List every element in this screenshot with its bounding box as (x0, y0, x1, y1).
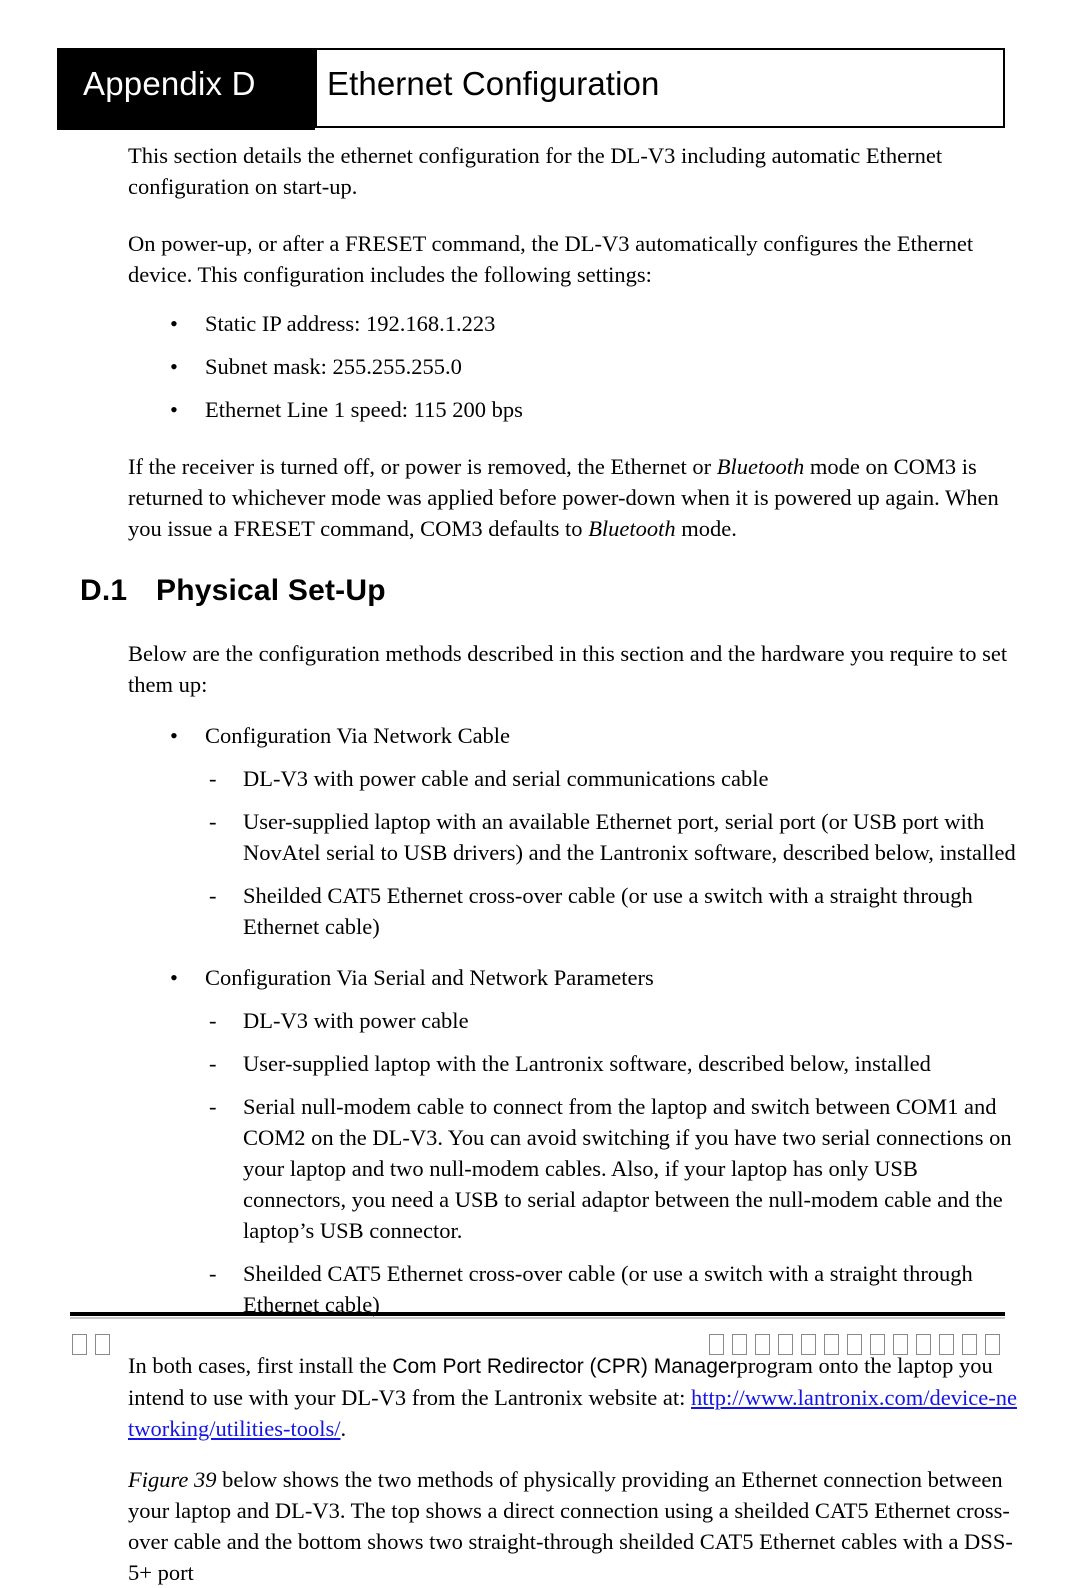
missing-glyph-box (778, 1334, 793, 1355)
bluetooth-mode-paragraph: If the receiver is turned off, or power … (0, 451, 1080, 544)
list-item: • Static IP address: 192.168.1.223 (0, 308, 1080, 339)
missing-glyph-box (893, 1334, 908, 1355)
missing-glyph-box (709, 1334, 724, 1355)
bullet-icon: • (170, 311, 178, 336)
bluetooth-italic-1: Bluetooth (716, 454, 805, 479)
footer-divider (70, 1312, 1005, 1316)
missing-glyph-box (916, 1334, 931, 1355)
bullet-icon: • (170, 354, 178, 379)
list-item-label: Ethernet Line 1 speed: 115 200 bps (205, 397, 523, 422)
list-item-label: User-supplied laptop with an available E… (243, 809, 1016, 865)
section-intro-paragraph: Below are the configuration methods desc… (128, 641, 1008, 697)
list-item: • Subnet mask: 255.255.255.0 (0, 351, 1080, 382)
appendix-header-banner: Appendix D Ethernet Configuration (57, 48, 1005, 130)
section-heading-d1: D.1 Physical Set-Up (0, 574, 1080, 608)
list-item: • Ethernet Line 1 speed: 115 200 bps (0, 394, 1080, 425)
section-title: Physical Set-Up (156, 574, 386, 607)
list-item-label: Configuration Via Serial and Network Par… (205, 965, 654, 990)
list-item-label: Subnet mask: 255.255.255.0 (205, 354, 462, 379)
methods-group-network-cable: • Configuration Via Network Cable - DL-V… (0, 720, 1080, 942)
figure-label: Figure 39 (128, 1467, 217, 1492)
bluetooth-italic-2: Bluetooth (588, 516, 676, 541)
list-item-label: Sheilded CAT5 Ethernet cross-over cable … (243, 1261, 973, 1317)
bullet-icon: • (170, 397, 178, 422)
methods-group-serial-network: • Configuration Via Serial and Network P… (0, 962, 1080, 1320)
install-para-seg3: . (340, 1416, 347, 1441)
dash-icon: - (209, 883, 217, 908)
footer-right-glyphs (709, 1332, 1008, 1358)
page-footer (0, 1312, 1080, 1388)
missing-glyph-box (985, 1334, 1000, 1355)
list-item-label: DL-V3 with power cable (243, 1008, 469, 1033)
missing-glyph-box (801, 1334, 816, 1355)
bluetooth-para-seg3: mode. (675, 516, 737, 541)
missing-glyph-box (962, 1334, 977, 1355)
missing-glyph-box (824, 1334, 839, 1355)
list-item-label: User-supplied laptop with the Lantronix … (243, 1051, 931, 1076)
intro-paragraph-2: On power-up, or after a FRESET command, … (128, 231, 974, 287)
missing-glyph-box (732, 1334, 747, 1355)
list-item: - Sheilded CAT5 Ethernet cross-over cabl… (0, 880, 1080, 942)
list-item: - DL-V3 with power cable (0, 1005, 1080, 1036)
footer-left-glyphs (72, 1332, 118, 1358)
list-item: - DL-V3 with power cable and serial comm… (0, 763, 1080, 794)
bluetooth-para-seg1: If the receiver is turned off, or power … (128, 454, 717, 479)
dash-icon: - (209, 1008, 217, 1033)
list-item: - Sheilded CAT5 Ethernet cross-over cabl… (0, 1258, 1080, 1320)
settings-list: • Static IP address: 192.168.1.223 • Sub… (0, 308, 1080, 425)
dash-icon: - (209, 1261, 217, 1286)
list-item-label: DL-V3 with power cable and serial commun… (243, 766, 769, 791)
missing-glyph-box (847, 1334, 862, 1355)
bullet-icon: • (170, 723, 178, 748)
list-item: • Configuration Via Serial and Network P… (0, 962, 1080, 993)
missing-glyph-box (939, 1334, 954, 1355)
list-item-label: Static IP address: 192.168.1.223 (205, 311, 496, 336)
section-number: D.1 (80, 574, 128, 607)
page-title: Ethernet Configuration (327, 65, 660, 102)
list-item: • Configuration Via Network Cable (0, 720, 1080, 751)
figure-para-text: below shows the two methods of physicall… (128, 1467, 1013, 1585)
list-item: - Serial null-modem cable to connect fro… (0, 1091, 1080, 1246)
missing-glyph-box (755, 1334, 770, 1355)
list-item-label: Configuration Via Network Cable (205, 723, 511, 748)
list-item: - User-supplied laptop with an available… (0, 806, 1080, 868)
appendix-label: Appendix D (83, 65, 256, 102)
dash-icon: - (209, 766, 217, 791)
dash-icon: - (209, 1094, 217, 1119)
dash-icon: - (209, 809, 217, 834)
list-item: - User-supplied laptop with the Lantroni… (0, 1048, 1080, 1079)
list-item-label: Serial null-modem cable to connect from … (243, 1094, 1012, 1243)
footer-divider-shadow (70, 1317, 1005, 1319)
dash-icon: - (209, 1051, 217, 1076)
missing-glyph-box (870, 1334, 885, 1355)
missing-glyph-box (95, 1334, 110, 1355)
figure-reference-paragraph: Figure 39 below shows the two methods of… (0, 1464, 1080, 1588)
intro-paragraph-1: This section details the ethernet config… (128, 143, 943, 199)
missing-glyph-box (72, 1334, 87, 1355)
bullet-icon: • (170, 965, 178, 990)
list-item-label: Sheilded CAT5 Ethernet cross-over cable … (243, 883, 973, 939)
